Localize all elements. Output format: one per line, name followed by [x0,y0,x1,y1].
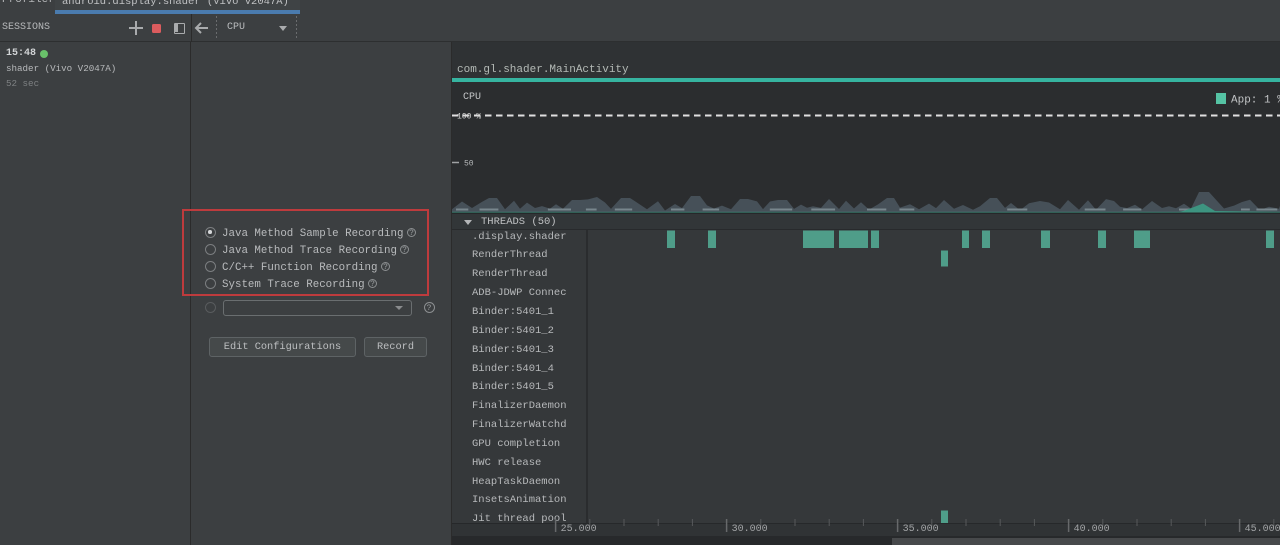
svg-text:50: 50 [464,160,474,169]
svg-text:App: 1 %: App: 1 % [1231,95,1280,107]
svg-text:100 %: 100 % [457,113,481,122]
svg-text:CPU: CPU [463,92,481,103]
